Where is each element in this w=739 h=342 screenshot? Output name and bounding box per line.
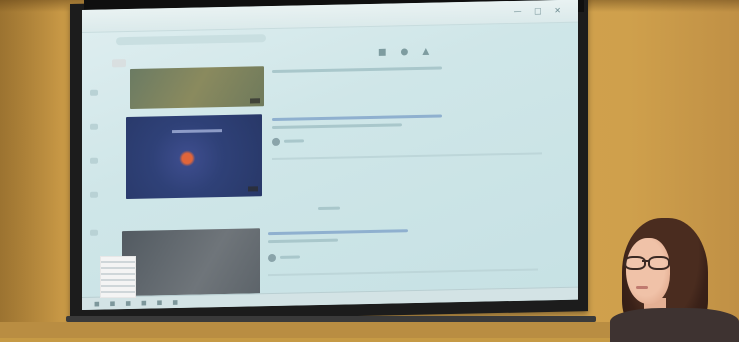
channel-name[interactable] [284, 139, 304, 143]
video-title[interactable] [272, 114, 442, 122]
section-divider [318, 206, 340, 211]
window-controls-icon[interactable]: — □ ✕ [514, 6, 566, 16]
duration-badge [248, 186, 258, 192]
presenter-mouth [636, 286, 648, 289]
video-title[interactable] [268, 229, 408, 236]
sidebar-subscriptions-icon[interactable] [90, 157, 98, 164]
channel-avatar[interactable] [272, 137, 280, 147]
sidebar-history-icon[interactable] [90, 229, 98, 236]
glasses-icon [624, 256, 672, 270]
address-bar[interactable] [116, 34, 266, 46]
taskbar-app-icons[interactable]: ■■■■■■ [94, 299, 188, 308]
video-thumbnail[interactable] [130, 66, 264, 109]
header-action-icons[interactable]: ■●▲ [378, 46, 443, 57]
sidebar-library-icon[interactable] [90, 191, 98, 198]
sidebar-explore-icon[interactable] [90, 123, 98, 130]
duration-badge [250, 98, 260, 104]
left-shadow [0, 0, 60, 338]
channel-avatar[interactable] [268, 253, 276, 263]
video-meta [268, 238, 338, 244]
video-thumbnail[interactable] [126, 114, 262, 200]
description-line [272, 152, 542, 161]
presenter-face [626, 238, 670, 304]
sidebar-home-icon[interactable] [90, 89, 98, 96]
description-line [268, 268, 538, 277]
video-meta [272, 123, 402, 130]
video-meta [272, 66, 442, 74]
presenter [610, 212, 739, 342]
projected-display: — □ ✕ ■●▲ ■■■■■■ [82, 0, 578, 310]
site-logo[interactable] [112, 59, 126, 68]
presenter-shoulders [610, 308, 739, 342]
video-thumbnail[interactable] [122, 228, 260, 302]
channel-name[interactable] [280, 255, 300, 259]
book-illustration [100, 256, 136, 298]
